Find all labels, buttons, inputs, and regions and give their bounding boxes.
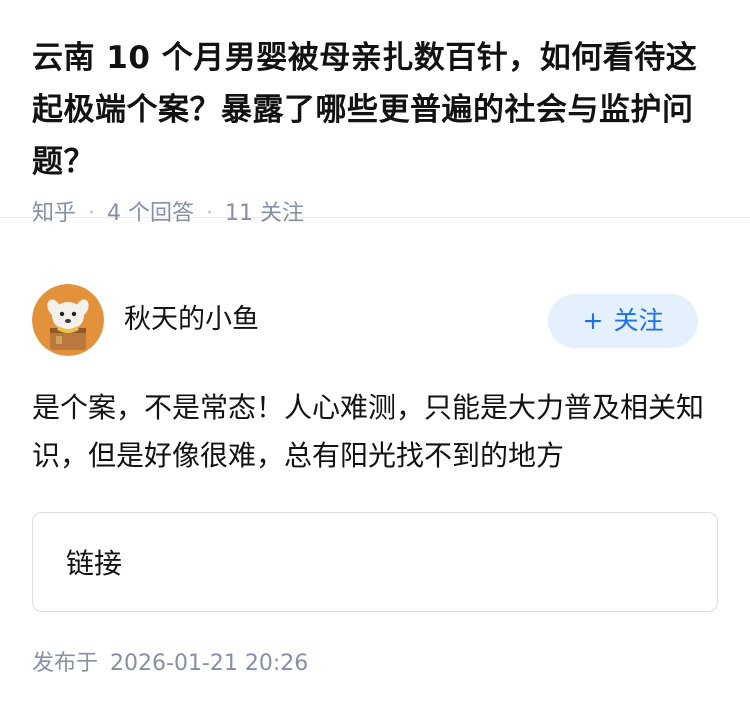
follow-button[interactable]: + 关注 (548, 294, 698, 348)
meta-separator: · (88, 201, 96, 226)
author-row: 秋天的小鱼 + 关注 (32, 284, 718, 356)
answers-count[interactable]: 4 个回答 (107, 198, 194, 230)
plus-icon: + (582, 306, 604, 335)
dog-avatar-icon[interactable] (32, 284, 104, 356)
publish-info: 发布于 2026-01-21 20:26 (32, 648, 308, 680)
answer-content: 是个案，不是常态！人心难测，只能是大力普及相关知识，但是好像很难，总有阳光找不到… (32, 391, 705, 472)
question-title[interactable]: 云南 10 个月男婴被母亲扎数百针，如何看待这起极端个案？暴露了哪些更普遍的社会… (32, 32, 718, 188)
follow-button-label: 关注 (613, 306, 664, 335)
link-card-label: 链接 (66, 547, 123, 580)
question-meta: 知乎 · 4 个回答 · 11 关注 (32, 198, 718, 230)
source-label[interactable]: 知乎 (32, 198, 76, 230)
publish-datetime: 2026-01-21 20:26 (110, 651, 309, 676)
meta-separator: · (206, 201, 214, 226)
publish-label: 发布于 (32, 651, 99, 676)
question-header: 云南 10 个月男婴被母亲扎数百针，如何看待这起极端个案？暴露了哪些更普遍的社会… (0, 0, 750, 226)
link-card[interactable]: 链接 (32, 512, 718, 612)
author-name[interactable]: 秋天的小鱼 (124, 302, 259, 338)
followers-count: 11 关注 (225, 201, 305, 226)
